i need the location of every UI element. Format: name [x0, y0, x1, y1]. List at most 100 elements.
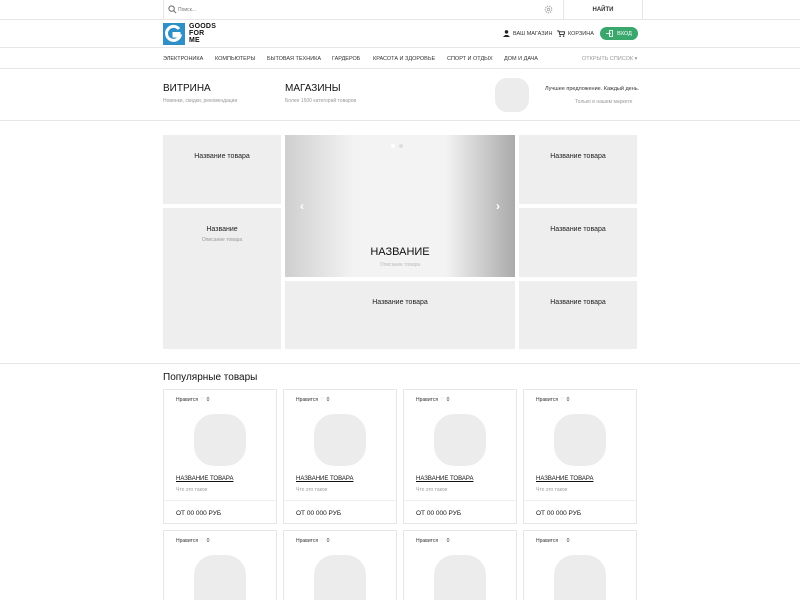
- category-appliances[interactable]: БЫТОВАЯ ТЕХНИКА: [267, 56, 321, 62]
- user-icon: [503, 30, 510, 37]
- slider-dot[interactable]: [391, 144, 395, 148]
- product-name-link[interactable]: НАЗВАНИЕ ТОВАРА: [296, 476, 353, 482]
- grid-tile-mid-left[interactable]: Название Описание товара: [163, 208, 281, 349]
- product-image[interactable]: [314, 414, 366, 466]
- logo-wordmark[interactable]: GOODS FOR ME: [189, 23, 216, 44]
- promo-image: [495, 78, 529, 112]
- heart-icon: ♡: [200, 538, 205, 544]
- product-image[interactable]: [434, 555, 486, 600]
- like-counter[interactable]: Нравится ♡ 0: [176, 397, 209, 403]
- category-beauty-health[interactable]: КРАСОТА И ЗДОРОВЬЕ: [373, 56, 435, 62]
- like-counter[interactable]: Нравится ♡ 0: [416, 538, 449, 544]
- like-counter[interactable]: Нравится ♡ 0: [296, 538, 329, 544]
- like-count: 0: [326, 397, 330, 403]
- grid-tile-bottom-center[interactable]: Название товара: [285, 281, 515, 349]
- product-card[interactable]: Нравится ♡ 0: [163, 530, 277, 600]
- card-divider: [404, 500, 516, 501]
- tile-title: Название товара: [550, 299, 606, 306]
- open-list-button[interactable]: ОТКРЫТЬ СПИСОК ▾: [582, 56, 637, 62]
- grid-tile-bottom-right[interactable]: Название товара: [519, 281, 637, 349]
- login-label: ВХОД: [617, 30, 632, 37]
- like-label: Нравится: [296, 397, 319, 403]
- like-count: 0: [326, 538, 330, 544]
- product-image[interactable]: [554, 414, 606, 466]
- like-count: 0: [566, 397, 570, 403]
- like-counter[interactable]: Нравится ♡ 0: [416, 397, 449, 403]
- slider-prev-chevron-icon[interactable]: ‹: [297, 200, 307, 212]
- my-store-link[interactable]: ВАШ МАГАЗИН: [503, 30, 552, 37]
- like-label: Нравится: [176, 538, 199, 544]
- login-icon: [606, 30, 614, 37]
- product-price: ОТ 00 000 РУБ: [536, 510, 582, 517]
- card-divider: [164, 500, 276, 501]
- logo-line: FOR: [189, 30, 205, 37]
- category-computers[interactable]: КОМПЬЮТЕРЫ: [215, 56, 255, 62]
- card-divider: [284, 500, 396, 501]
- heart-icon: ♡: [560, 397, 565, 403]
- product-name-link[interactable]: НАЗВАНИЕ ТОВАРА: [536, 476, 593, 482]
- product-card[interactable]: Нравится ♡ 0: [523, 530, 637, 600]
- cart-icon: [557, 30, 565, 37]
- logo-line: GOODS: [189, 23, 217, 30]
- product-name-link[interactable]: НАЗВАНИЕ ТОВАРА: [416, 476, 473, 482]
- like-counter[interactable]: Нравится ♡ 0: [536, 397, 569, 403]
- slider-next-chevron-icon[interactable]: ›: [493, 200, 503, 212]
- product-card[interactable]: Нравится ♡ 0 НАЗВАНИЕ ТОВАРА Что это такое…: [163, 389, 277, 524]
- logo-line: ME: [189, 37, 200, 44]
- like-label: Нравится: [536, 397, 559, 403]
- search-bar: [163, 0, 563, 20]
- slider-dot[interactable]: [399, 144, 403, 148]
- site-header: GOODS FOR ME ВАШ МАГАЗИН КОРЗИНА ВХОД: [0, 20, 800, 48]
- login-button[interactable]: ВХОД: [600, 27, 638, 40]
- like-counter[interactable]: Нравится ♡ 0: [176, 538, 209, 544]
- product-name-link[interactable]: НАЗВАНИЕ ТОВАРА: [176, 476, 233, 482]
- category-electronics[interactable]: ЭЛЕКТРОНИКА: [163, 56, 203, 62]
- stores-title[interactable]: МАГАЗИНЫ: [285, 83, 341, 94]
- promo-subline: Только в нашем маркете: [575, 99, 633, 105]
- search-icon[interactable]: [168, 5, 177, 14]
- tile-title: Название товара: [372, 299, 428, 306]
- category-wardrobe[interactable]: ГАРДЕРОБ: [332, 56, 360, 62]
- logo-g-icon[interactable]: [163, 23, 185, 45]
- hero-slider[interactable]: ‹ › НАЗВАНИЕ Описание товара: [285, 135, 515, 277]
- product-description: Что это такое: [296, 487, 328, 493]
- promo-headline: Лучшее предложение. Каждый день.: [545, 86, 640, 92]
- settings-gear-icon[interactable]: [543, 4, 554, 15]
- product-price: ОТ 00 000 РУБ: [176, 510, 222, 517]
- grid-tile-mid-right[interactable]: Название товара: [519, 208, 637, 277]
- product-card[interactable]: Нравится ♡ 0: [403, 530, 517, 600]
- product-image[interactable]: [554, 555, 606, 600]
- product-image[interactable]: [314, 555, 366, 600]
- slide-description: Описание товара: [379, 262, 421, 268]
- grid-tile-top-right[interactable]: Название товара: [519, 135, 637, 204]
- product-image[interactable]: [434, 414, 486, 466]
- tile-title: Название товара: [550, 226, 606, 233]
- category-home-garden[interactable]: ДОМ И ДАЧА: [504, 56, 538, 62]
- tile-description: Описание товара: [201, 237, 243, 243]
- like-counter[interactable]: Нравится ♡ 0: [296, 397, 329, 403]
- like-count: 0: [206, 397, 210, 403]
- category-sport-leisure[interactable]: СПОРТ И ОТДЫХ: [447, 56, 493, 62]
- stores-subtitle: Более 1500 категорий товаров: [285, 98, 357, 104]
- open-list-label: ОТКРЫТЬ СПИСОК: [582, 56, 634, 62]
- grid-tile-top-left[interactable]: Название товара: [163, 135, 281, 204]
- showcase-title[interactable]: ВИТРИНА: [163, 83, 211, 94]
- product-card[interactable]: Нравится ♡ 0 НАЗВАНИЕ ТОВАРА Что это такое…: [283, 389, 397, 524]
- like-counter[interactable]: Нравится ♡ 0: [536, 538, 569, 544]
- product-card[interactable]: Нравится ♡ 0 НАЗВАНИЕ ТОВАРА Что это такое…: [523, 389, 637, 524]
- like-count: 0: [446, 397, 450, 403]
- product-card[interactable]: Нравится ♡ 0 НАЗВАНИЕ ТОВАРА Что это такое…: [403, 389, 517, 524]
- search-submit-button[interactable]: НАЙТИ: [563, 0, 643, 20]
- product-card[interactable]: Нравится ♡ 0: [283, 530, 397, 600]
- heart-icon: ♡: [440, 397, 445, 403]
- card-divider: [524, 500, 636, 501]
- like-count: 0: [566, 538, 570, 544]
- heart-icon: ♡: [440, 538, 445, 544]
- product-image[interactable]: [194, 414, 246, 466]
- slide-title: НАЗВАНИЕ: [370, 246, 430, 258]
- search-input[interactable]: [178, 4, 538, 16]
- product-description: Что это такое: [536, 487, 568, 493]
- heart-icon: ♡: [200, 397, 205, 403]
- product-image[interactable]: [194, 555, 246, 600]
- cart-link[interactable]: КОРЗИНА: [557, 30, 594, 37]
